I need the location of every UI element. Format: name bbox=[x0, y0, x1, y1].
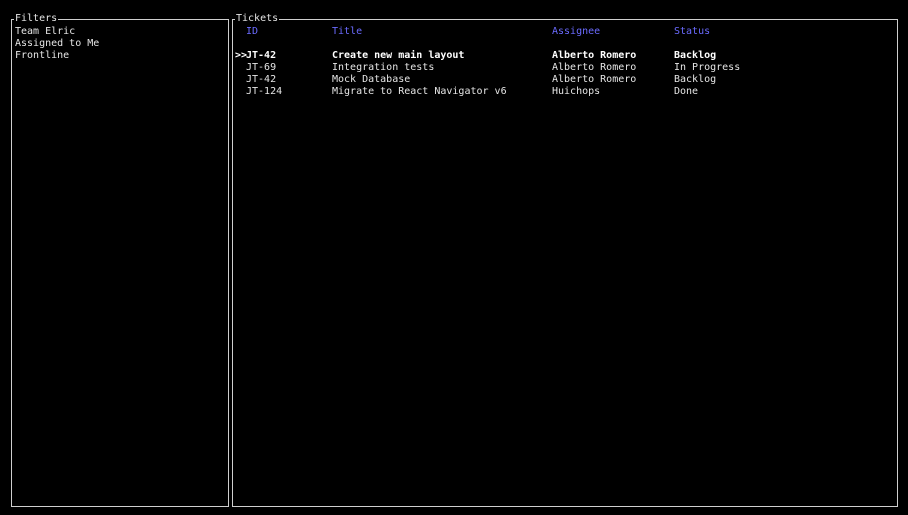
ticket-row[interactable]: JT-69 Integration tests Alberto Romero I… bbox=[233, 62, 893, 74]
ticket-title: Mock Database bbox=[332, 74, 411, 85]
filter-list: Team Elric Assigned to Me Frontline bbox=[15, 26, 99, 62]
ticket-assignee: Alberto Romero bbox=[552, 62, 637, 73]
ticket-row[interactable]: JT-42 Mock Database Alberto Romero Backl… bbox=[233, 74, 893, 86]
tickets-panel: Tickets ID Title Assignee Status >> JT-4… bbox=[232, 13, 898, 507]
tickets-table-header: ID Title Assignee Status bbox=[233, 26, 710, 38]
tickets-panel-title: Tickets bbox=[235, 13, 280, 25]
ticket-status: Done bbox=[674, 86, 699, 97]
column-header-title: Title bbox=[332, 26, 363, 37]
column-header-status: Status bbox=[674, 26, 711, 37]
ticket-id: JT-69 bbox=[246, 62, 277, 73]
filters-panel-title: Filters bbox=[14, 13, 59, 25]
ticket-title: Migrate to React Navigator v6 bbox=[332, 86, 507, 97]
ticket-status: Backlog bbox=[674, 50, 717, 61]
ticket-title: Integration tests bbox=[332, 62, 435, 73]
filters-panel: Filters Team Elric Assigned to Me Frontl… bbox=[11, 13, 229, 507]
ticket-id: JT-42 bbox=[246, 74, 277, 85]
ticket-status: In Progress bbox=[674, 62, 741, 73]
ticket-title: Create new main layout bbox=[332, 50, 465, 61]
ticket-status: Backlog bbox=[674, 74, 717, 85]
ticket-id: JT-42 bbox=[246, 50, 277, 61]
filter-item-team-elric[interactable]: Team Elric bbox=[15, 26, 99, 38]
ticket-row[interactable]: >> JT-42 Create new main layout Alberto … bbox=[233, 50, 893, 62]
column-header-assignee: Assignee bbox=[552, 26, 601, 37]
column-header-id: ID bbox=[246, 26, 259, 37]
filter-item-frontline[interactable]: Frontline bbox=[15, 50, 99, 62]
ticket-row[interactable]: JT-124 Migrate to React Navigator v6 Hui… bbox=[233, 86, 893, 98]
filter-item-assigned-to-me[interactable]: Assigned to Me bbox=[15, 38, 99, 50]
ticket-assignee: Huichops bbox=[552, 86, 601, 97]
ticket-assignee: Alberto Romero bbox=[552, 74, 637, 85]
ticket-id: JT-124 bbox=[246, 86, 283, 97]
ticket-assignee: Alberto Romero bbox=[552, 50, 637, 61]
